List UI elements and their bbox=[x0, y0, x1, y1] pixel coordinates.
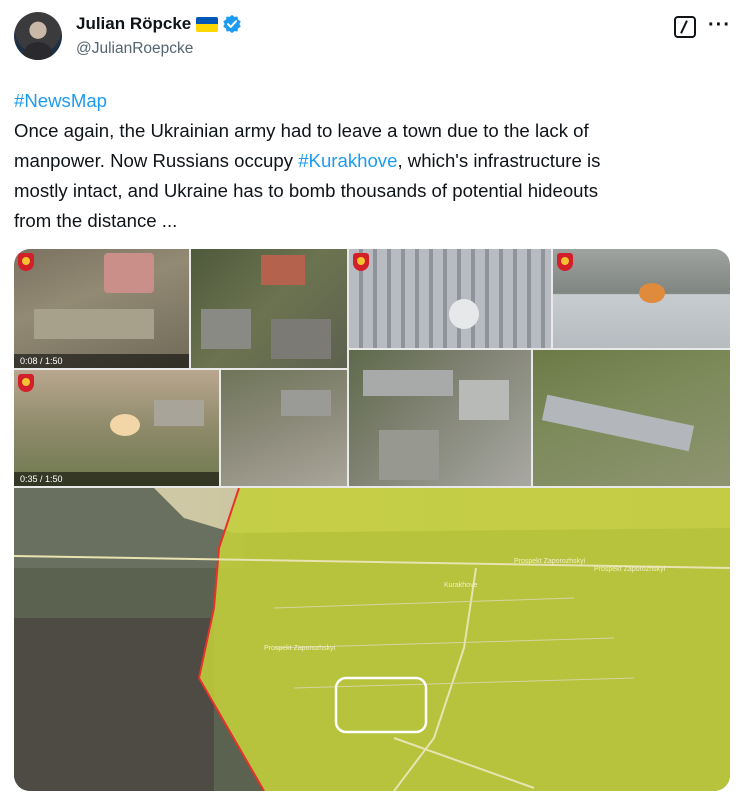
video-thumbnail-explosion[interactable]: 0:35 / 1:50 bbox=[14, 370, 219, 486]
video-progress-bar[interactable]: 0:35 / 1:50 bbox=[14, 472, 219, 486]
map-label-town: Kurakhove bbox=[444, 582, 478, 589]
tweet-text: #NewsMap Once again, the Ukrainian army … bbox=[14, 86, 730, 236]
map-label-road: Prospekt Zaporozhskyi bbox=[514, 558, 586, 565]
avatar[interactable] bbox=[14, 12, 62, 60]
image-apartment-block[interactable] bbox=[349, 249, 551, 348]
hashtag-kurakhove[interactable]: #Kurakhove bbox=[298, 150, 397, 171]
author-handle[interactable]: @JulianRoepcke bbox=[76, 40, 193, 58]
tweet-line-5: from the distance ... bbox=[14, 210, 178, 231]
tweet-line-3: manpower. Now Russians occupy #Kurakhove… bbox=[14, 146, 730, 176]
verified-badge-icon bbox=[223, 14, 241, 34]
video-thumbnail-ruins[interactable]: 0:08 / 1:50 bbox=[14, 249, 189, 368]
video-time-1: 0:08 / 1:50 bbox=[20, 356, 63, 366]
image-building-strike[interactable] bbox=[553, 249, 730, 348]
unit-logo-icon bbox=[18, 374, 34, 392]
image-street-aerial[interactable] bbox=[221, 370, 347, 486]
video-progress-bar[interactable]: 0:08 / 1:50 bbox=[14, 354, 189, 368]
map-image[interactable]: Kurakhove Prospekt Zaporozhskyi Prospekt… bbox=[14, 487, 730, 791]
more-icon[interactable]: ··· bbox=[708, 14, 731, 37]
author-name-row[interactable]: Julian Röpcke bbox=[76, 14, 242, 34]
map-svg bbox=[14, 487, 730, 791]
image-apartment-aerial[interactable] bbox=[533, 350, 730, 486]
unit-logo-icon bbox=[18, 253, 34, 271]
map-label-road: Prospekt Zaporozhskyi bbox=[594, 566, 666, 573]
map-label-road: Prospekt Zaporozhskyi bbox=[264, 645, 336, 652]
ukraine-flag-icon bbox=[196, 16, 219, 32]
image-houses-aerial[interactable] bbox=[191, 249, 347, 368]
author-display-name[interactable]: Julian Röpcke bbox=[76, 14, 191, 34]
tweet-media[interactable]: 0:08 / 1:50 0:35 / 1:50 Kurakhove Prospe… bbox=[14, 249, 730, 791]
grok-icon[interactable] bbox=[674, 16, 696, 38]
image-town-aerial[interactable] bbox=[349, 350, 531, 486]
tweet-line-3-prefix: manpower. Now Russians occupy bbox=[14, 150, 299, 171]
tweet-line-2: Once again, the Ukrainian army had to le… bbox=[14, 120, 589, 141]
unit-logo-icon bbox=[557, 253, 573, 271]
tweet-line-3-suffix: , which's infrastructure is bbox=[397, 150, 601, 171]
unit-logo-icon bbox=[353, 253, 369, 271]
hashtag-newsmap[interactable]: #NewsMap bbox=[14, 90, 107, 111]
video-time-2: 0:35 / 1:50 bbox=[20, 474, 63, 484]
tweet-line-4: mostly intact, and Ukraine has to bomb t… bbox=[14, 180, 598, 201]
